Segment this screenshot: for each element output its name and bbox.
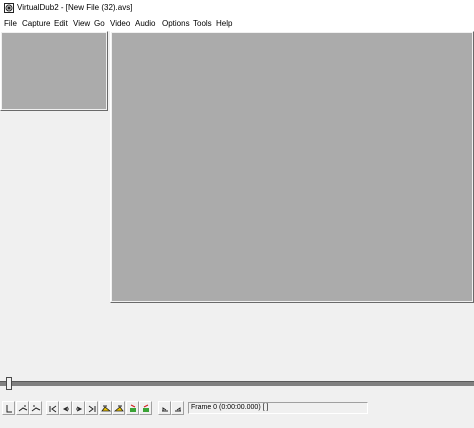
stop-icon	[6, 405, 12, 413]
play-output-button[interactable]	[29, 401, 42, 415]
play-output-icon	[31, 405, 41, 412]
virtualdub-app-icon	[4, 3, 14, 13]
go-start-button[interactable]	[46, 401, 59, 415]
scene-forward-icon	[143, 404, 149, 412]
scene-back-button[interactable]	[126, 401, 139, 415]
frame-status: Frame 0 (0:00:00.000) [ ]	[188, 402, 368, 414]
menu-view[interactable]: View	[73, 19, 90, 29]
menu-file[interactable]: File	[4, 19, 17, 29]
stop-button[interactable]	[2, 401, 15, 415]
mark-out-button[interactable]	[171, 401, 184, 415]
menu-edit[interactable]: Edit	[54, 19, 68, 29]
menu-audio[interactable]: Audio	[135, 19, 155, 29]
timeline-track[interactable]	[0, 381, 474, 386]
menu-help[interactable]: Help	[216, 19, 232, 29]
step-forward-icon	[76, 406, 83, 412]
mark-in-icon	[162, 407, 168, 412]
window-title: VirtualDub2 - [New File (32).avs]	[17, 3, 133, 12]
mark-in-button[interactable]	[158, 401, 171, 415]
input-video-pane[interactable]	[0, 31, 108, 111]
next-keyframe-icon	[114, 405, 124, 412]
scene-forward-button[interactable]	[139, 401, 152, 415]
prev-keyframe-icon	[101, 405, 111, 412]
menu-tools[interactable]: Tools	[193, 19, 212, 29]
play-input-icon	[18, 405, 28, 412]
mark-out-icon	[175, 407, 181, 412]
next-keyframe-button[interactable]	[112, 401, 125, 415]
step-back-button[interactable]	[59, 401, 72, 415]
go-end-icon	[88, 405, 96, 413]
step-back-icon	[62, 406, 69, 412]
input-video-display	[2, 33, 106, 109]
menu-go[interactable]: Go	[94, 19, 105, 29]
go-start-icon	[49, 405, 57, 413]
output-video-display	[112, 33, 472, 301]
title-bar: VirtualDub2 - [New File (32).avs]	[0, 0, 474, 17]
play-input-button[interactable]	[16, 401, 29, 415]
timeline-thumb[interactable]	[6, 377, 12, 390]
menu-capture[interactable]: Capture	[22, 19, 50, 29]
menu-video[interactable]: Video	[110, 19, 130, 29]
go-end-button[interactable]	[85, 401, 98, 415]
menu-bar: File Capture Edit View Go Video Audio Op…	[0, 17, 474, 31]
scene-back-icon	[130, 404, 136, 412]
menu-options[interactable]: Options	[162, 19, 190, 29]
step-forward-button[interactable]	[72, 401, 85, 415]
output-video-pane[interactable]	[110, 31, 474, 303]
prev-keyframe-button[interactable]	[99, 401, 112, 415]
